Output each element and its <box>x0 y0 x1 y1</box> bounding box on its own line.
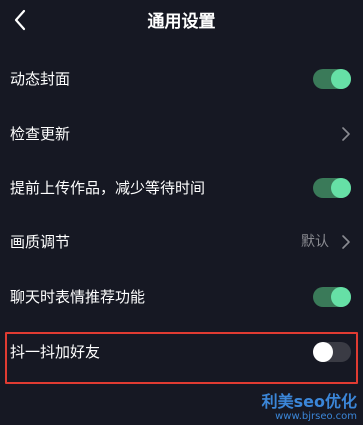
setting-label: 提前上传作品，减少等待时间 <box>10 179 206 197</box>
setting-row-check-update[interactable]: 检查更新 <box>0 107 363 161</box>
chevron-right-icon <box>341 126 351 142</box>
chevron-right-icon <box>341 234 351 250</box>
chat-emoji-toggle[interactable] <box>313 287 351 307</box>
toggle-knob <box>331 287 351 307</box>
picture-quality-value: 默认 <box>301 234 329 250</box>
watermark: 利美seo优化 www.bjrseo.com <box>262 393 357 423</box>
dynamic-cover-toggle[interactable] <box>313 69 351 89</box>
setting-row-dynamic-cover[interactable]: 动态封面 <box>0 52 363 106</box>
setting-label: 画质调节 <box>10 233 71 251</box>
setting-row-chat-emoji[interactable]: 聊天时表情推荐功能 <box>0 270 363 324</box>
toggle-knob <box>331 178 351 198</box>
upload-early-toggle[interactable] <box>313 178 351 198</box>
highlight-annotation-box <box>5 332 358 384</box>
toggle-knob <box>331 69 351 89</box>
watermark-brand: 利美seo优化 <box>261 392 357 411</box>
setting-row-upload-early[interactable]: 提前上传作品，减少等待时间 <box>0 161 363 215</box>
setting-label: 动态封面 <box>10 70 71 88</box>
setting-label: 检查更新 <box>10 125 71 143</box>
page-title: 通用设置 <box>147 12 216 32</box>
setting-row-picture-quality[interactable]: 画质调节 默认 <box>0 215 363 269</box>
watermark-url: www.bjrseo.com <box>275 411 357 422</box>
header-bar: 通用设置 <box>0 0 363 44</box>
setting-label: 聊天时表情推荐功能 <box>10 288 146 306</box>
